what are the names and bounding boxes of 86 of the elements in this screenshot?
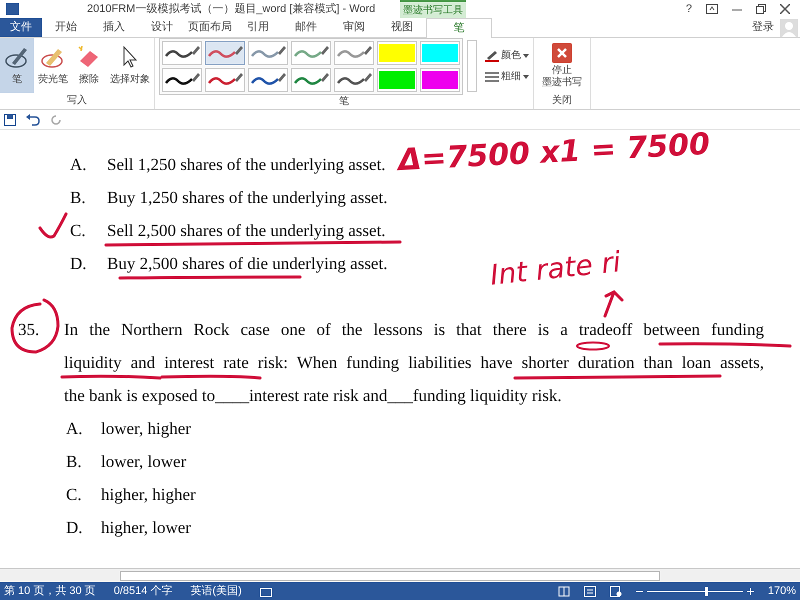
ribbon-tab[interactable]: 视图	[378, 18, 426, 37]
context-group-label: 墨迹书写工具	[400, 0, 466, 18]
thickness-button[interactable]: 粗细	[485, 69, 529, 84]
handwritten-note: Int rate ri	[488, 244, 623, 294]
option-letter: D.	[66, 516, 84, 539]
group-label: 笔	[338, 95, 350, 109]
color-button[interactable]: 颜色	[485, 48, 529, 63]
option-text: Sell 2,500 shares of the underlying asset.	[107, 220, 386, 240]
zoom-level[interactable]: 170%	[768, 582, 796, 600]
zoom-in-icon[interactable]	[746, 588, 754, 594]
pen-color-icon	[485, 50, 499, 62]
pen-style-swatch[interactable]	[420, 40, 460, 64]
question-text: the bank is exposed to____interest rate risk and___funding liquidity risk.	[64, 386, 563, 406]
save-icon[interactable]	[4, 114, 16, 126]
ribbon-tab[interactable]: 引用	[234, 18, 282, 37]
restore-icon[interactable]	[756, 4, 766, 14]
close-icon[interactable]	[780, 4, 790, 14]
question-number: 35.	[18, 320, 40, 340]
stop-inking-button[interactable]: 停止 墨迹书写	[542, 38, 582, 93]
language-indicator[interactable]: 英语(美国)	[190, 582, 242, 600]
ribbon-tab[interactable]: 文件	[0, 18, 42, 37]
ribbon-display-icon[interactable]	[706, 4, 718, 14]
group-label: 关闭	[551, 94, 573, 108]
window-title: 2010FRM一级模拟考试（一）题目_word [兼容模式] - Word	[87, 2, 376, 17]
option-text: lower, lower	[101, 450, 186, 473]
ink-tool-button[interactable]: 擦除	[72, 38, 106, 93]
option-text: Buy 2,500 shares of die underlying asset.	[107, 254, 388, 274]
horizontal-scrollbar[interactable]	[0, 568, 800, 582]
pen-style-swatch[interactable]	[334, 40, 374, 64]
circle-stroke	[10, 298, 60, 354]
ink-tool-button[interactable]: 笔	[0, 38, 34, 93]
pen-style-swatch[interactable]	[377, 40, 417, 64]
pen-style-swatch[interactable]	[205, 40, 245, 64]
pen-style-swatch[interactable]	[248, 68, 288, 92]
ribbon-tab[interactable]: 笔	[426, 18, 492, 38]
zoom-slider[interactable]	[646, 586, 743, 596]
zoom-slider-thumb[interactable]	[704, 586, 708, 596]
option-text: higher, lower	[101, 516, 191, 539]
pen-style-swatch[interactable]	[291, 68, 331, 92]
close-icon	[552, 42, 572, 62]
option-letter: B.	[66, 450, 83, 473]
option-text: lower, higher	[101, 418, 191, 440]
sign-in-link[interactable]: 登录	[752, 19, 774, 36]
caret-icon	[523, 74, 529, 78]
pen-style-swatch[interactable]	[420, 68, 460, 92]
pen-style-swatch[interactable]	[162, 68, 202, 92]
option-letter: C.	[70, 220, 87, 240]
ink-tool-button[interactable]: 选择对象	[106, 38, 154, 93]
page-count[interactable]: 第 10 页，共 30 页	[4, 582, 96, 600]
ink-tool-button[interactable]: 荧光笔	[34, 38, 72, 93]
option-letter: A.	[70, 154, 88, 174]
option-text: Sell 1,250 shares of the underlying asset.	[107, 154, 386, 174]
undo-icon[interactable]	[26, 114, 40, 126]
option-text: higher, higher	[101, 484, 196, 506]
group-label: 写入	[66, 94, 88, 108]
read-mode-icon[interactable]	[558, 586, 570, 596]
pen-style-swatch[interactable]	[162, 40, 202, 64]
ribbon-tab[interactable]: 页面布局	[186, 18, 234, 37]
ribbon-tab[interactable]: 审阅	[330, 18, 378, 37]
pen-style-swatch[interactable]	[291, 40, 331, 64]
word-count[interactable]: 0/8514 个字	[114, 582, 172, 600]
web-layout-icon[interactable]	[610, 586, 622, 596]
option-letter: D.	[70, 254, 88, 274]
option-letter: B.	[70, 188, 87, 208]
ribbon-tab[interactable]: 插入	[90, 18, 138, 37]
ribbon-tab[interactable]: 开始	[42, 18, 90, 37]
caret-icon	[523, 54, 529, 58]
option-text: Buy 1,250 shares of the underlying asset.	[107, 188, 388, 208]
check-mark-drawing	[38, 212, 68, 238]
arrow-stroke	[604, 290, 624, 318]
handwritten-note: Δ=7500 x1 = 7500	[397, 126, 711, 180]
pen-style-swatch[interactable]	[205, 68, 245, 92]
option-letter: A.	[66, 418, 84, 440]
ribbon-tab[interactable]: 邮件	[282, 18, 330, 37]
pen-style-swatch[interactable]	[248, 40, 288, 64]
question-text: liquidity and interest rate risk: When funding liabilities have shorter duration than loan assets,	[64, 352, 764, 372]
question-text: In the Northern Rock case one of the lessons is that there is a tradeoff between funding	[64, 320, 764, 340]
print-layout-icon[interactable]	[584, 586, 596, 596]
circle-stroke	[576, 342, 610, 350]
pen-style-swatch[interactable]	[334, 68, 374, 92]
proofing-icon[interactable]	[260, 586, 272, 596]
ribbon-tab[interactable]: 设计	[138, 18, 186, 37]
line-weight-icon	[485, 70, 499, 82]
help-button[interactable]: ?	[686, 0, 692, 18]
pen-style-swatch[interactable]	[377, 68, 417, 92]
option-letter: C.	[66, 484, 83, 506]
